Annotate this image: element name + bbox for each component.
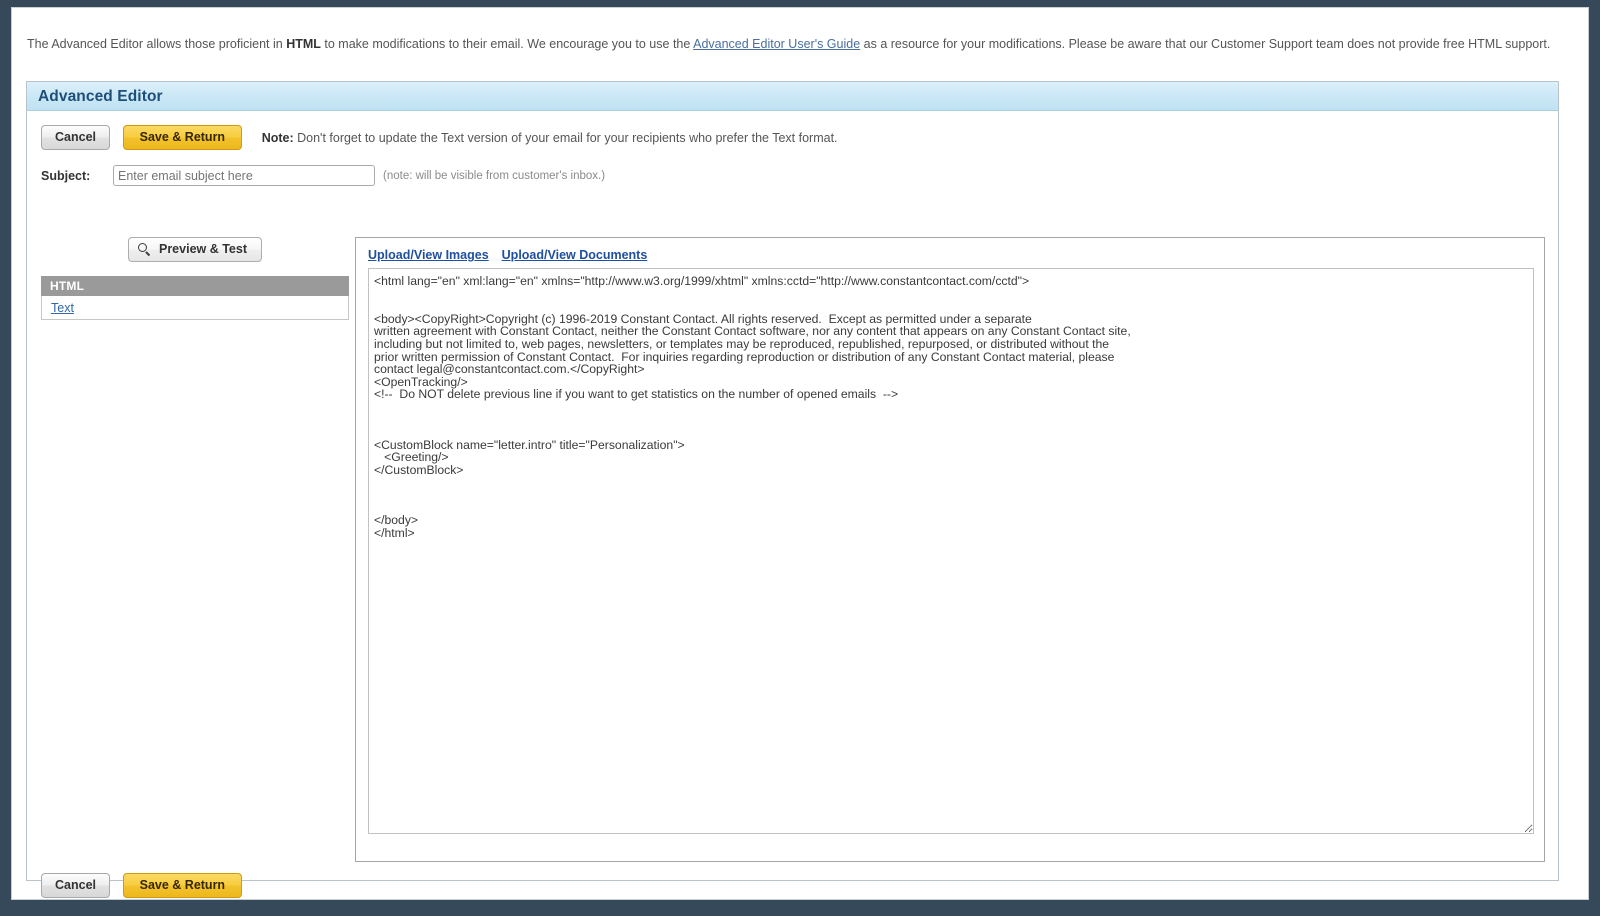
subject-label: Subject:: [41, 168, 91, 183]
subject-hint: (note: will be visible from customer's i…: [383, 169, 606, 182]
toolbar-note-label: Note:: [261, 130, 294, 145]
subject-row: Subject: (note: will be visible from cust…: [41, 165, 605, 186]
advanced-editor-users-guide-link[interactable]: Advanced Editor User's Guide: [693, 37, 860, 51]
left-column: Preview & Test HTML Text: [41, 237, 349, 320]
preview-button-wrap: Preview & Test: [41, 237, 349, 276]
upload-view-images-link[interactable]: Upload/View Images: [368, 248, 489, 262]
panel-body: Cancel Save & Return Note: Don't forget …: [27, 111, 1558, 898]
cancel-button-top[interactable]: Cancel: [41, 125, 110, 150]
intro-text-part1: The Advanced Editor allows those profici…: [27, 37, 287, 51]
preview-and-test-label: Preview & Test: [158, 242, 247, 256]
upload-links-bar: Upload/View Images Upload/View Documents: [356, 238, 1544, 268]
tab-text-link[interactable]: Text: [51, 301, 74, 315]
tab-text[interactable]: Text: [41, 296, 349, 320]
intro-text-part3: as a resource for your modifications. Pl…: [860, 37, 1551, 51]
save-and-return-button-bottom[interactable]: Save & Return: [122, 873, 243, 898]
search-icon: [137, 243, 147, 252]
intro-paragraph: The Advanced Editor allows those profici…: [27, 36, 1572, 52]
save-and-return-button-top[interactable]: Save & Return: [122, 125, 243, 150]
cancel-button-bottom[interactable]: Cancel: [41, 873, 110, 898]
top-toolbar: Cancel Save & Return Note: Don't forget …: [41, 125, 838, 150]
toolbar-note: Note: Don't forget to update the Text ve…: [262, 131, 838, 145]
subject-input[interactable]: [113, 165, 375, 186]
html-source-textarea[interactable]: [368, 268, 1534, 834]
intro-html-emphasis: HTML: [286, 37, 321, 51]
tab-html[interactable]: HTML: [41, 276, 349, 296]
bottom-toolbar: Cancel Save & Return: [41, 873, 243, 898]
upload-view-documents-link[interactable]: Upload/View Documents: [502, 248, 648, 262]
page-frame: The Advanced Editor allows those profici…: [11, 7, 1589, 900]
tab-html-label: HTML: [50, 279, 85, 293]
page-title: Advanced Editor: [38, 88, 163, 105]
panel-header: Advanced Editor: [27, 82, 1558, 111]
preview-and-test-button[interactable]: Preview & Test: [127, 237, 262, 262]
intro-text-part2: to make modifications to their email. We…: [320, 37, 694, 51]
editor-area: Upload/View Images Upload/View Documents: [355, 237, 1545, 862]
advanced-editor-panel: Advanced Editor Cancel Save & Return Not…: [26, 81, 1559, 898]
toolbar-note-text: Don't forget to update the Text version …: [293, 130, 838, 145]
